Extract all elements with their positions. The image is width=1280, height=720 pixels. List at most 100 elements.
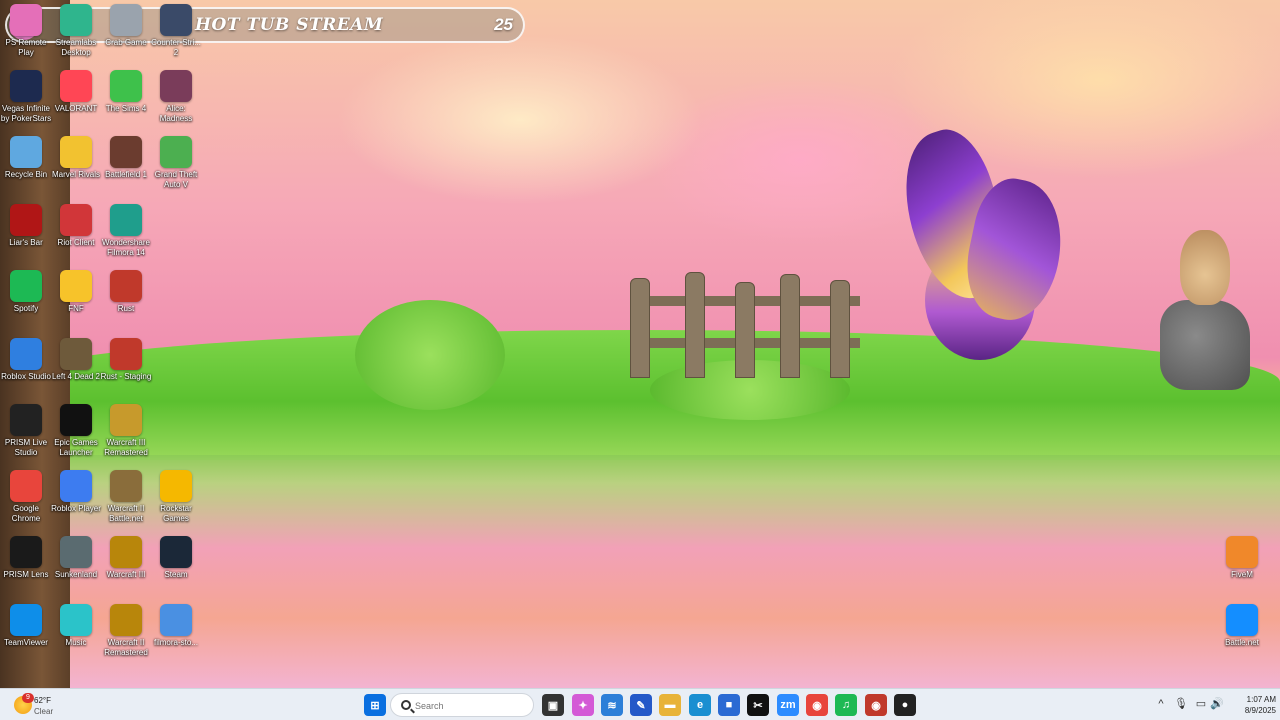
- desktop-icon-label: Recycle Bin: [4, 170, 48, 179]
- desktop-icon[interactable]: Epic Games Launcher: [50, 404, 102, 458]
- zoom-button[interactable]: zm: [777, 694, 799, 716]
- widgets-button[interactable]: ≋: [601, 694, 623, 716]
- desktop-icon[interactable]: Music: [50, 604, 102, 648]
- desktop-icon[interactable]: Crab Game: [100, 4, 152, 48]
- desktop-icon-label: PRISM Lens: [3, 570, 49, 579]
- weather-widget[interactable]: 9 62°F Clear: [10, 693, 90, 717]
- desktop-icon[interactable]: Streamlabs Desktop: [50, 4, 102, 58]
- desktop-icon[interactable]: Vegas Infinite by PokerStars: [0, 70, 52, 124]
- warcraft3-icon: [110, 536, 142, 568]
- desktop-icon-label: Roblox Player: [51, 504, 101, 513]
- whiteboard-button[interactable]: ✎: [630, 694, 652, 716]
- desktop-icon[interactable]: Liar's Bar: [0, 204, 52, 248]
- tray-chevron-icon[interactable]: ^: [1154, 697, 1168, 711]
- battlefield-icon: [110, 136, 142, 168]
- warcraft-icon: [110, 404, 142, 436]
- desktop-icon-label: Grand Theft Auto V: [154, 170, 198, 189]
- desktop-icon[interactable]: Alice: Madness: [150, 70, 202, 124]
- desktop-icon-label: Streamlabs Desktop: [55, 38, 97, 57]
- steam-icon: [160, 536, 192, 568]
- clock-date: 8/9/2025: [1244, 706, 1276, 715]
- desktop-icon[interactable]: Rust - Staging: [100, 338, 152, 382]
- desktop-icon[interactable]: Spotify: [0, 270, 52, 314]
- desktop-icon[interactable]: Recycle Bin: [0, 136, 52, 180]
- desktop-icon-label: Crab Game: [105, 38, 147, 47]
- desktop-icon[interactable]: Grand Theft Auto V: [150, 136, 202, 190]
- desktop-icon[interactable]: filmora-sto...: [150, 604, 202, 648]
- viewer-count: 25: [494, 15, 513, 34]
- obs-button[interactable]: ●: [894, 694, 916, 716]
- spotify-button[interactable]: ♫: [835, 694, 857, 716]
- wallpaper-rock: [1160, 300, 1250, 390]
- chrome-profile-button[interactable]: ◉: [865, 694, 887, 716]
- teamviewer-icon: [10, 604, 42, 636]
- rockstar-icon: [160, 470, 192, 502]
- vegas-infinite-icon: [10, 70, 42, 102]
- alice-icon: [160, 70, 192, 102]
- display-icon[interactable]: ▭: [1194, 697, 1208, 711]
- filmora-store-icon: [160, 604, 192, 636]
- desktop-icon-label: FNF: [68, 304, 84, 313]
- desktop-icon[interactable]: Google Chrome: [0, 470, 52, 524]
- volume-icon[interactable]: 🔊: [1210, 697, 1224, 711]
- sims-icon: [110, 70, 142, 102]
- desktop-icon[interactable]: Warcraft II Battle.net: [100, 470, 152, 524]
- desktop-icon-label: filmora-sto...: [153, 638, 198, 647]
- desktop-icon-label: TeamViewer: [4, 638, 48, 647]
- desktop-icon[interactable]: Warcraft III: [100, 536, 152, 580]
- desktop-icon-label: Counter-Stri... 2: [151, 38, 201, 57]
- desktop-icon-label: FiveM: [1231, 570, 1253, 579]
- desktop-icon[interactable]: Wondershare Filmora 14: [100, 204, 152, 258]
- desktop-icon[interactable]: Rockstar Games: [150, 470, 202, 524]
- desktop-icon[interactable]: Riot Client: [50, 204, 102, 248]
- desktop-icon[interactable]: PS Remote Play: [0, 4, 52, 58]
- desktop-icon-label: Steam: [164, 570, 188, 579]
- marvel-rivals-icon: [60, 136, 92, 168]
- desktop-icon[interactable]: Rust: [100, 270, 152, 314]
- filmora-icon: [110, 204, 142, 236]
- desktop-icon[interactable]: PRISM Lens: [0, 536, 52, 580]
- taskbar-clock[interactable]: 1:07 AM 8/9/2025: [1228, 694, 1276, 716]
- desktop-icon[interactable]: Roblox Player: [50, 470, 102, 514]
- desktop-icon-label: Warcraft II Remastered: [104, 638, 148, 657]
- desktop-icon[interactable]: Sunkenland: [50, 536, 102, 580]
- taskbar-search[interactable]: [390, 693, 534, 717]
- task-view-button[interactable]: ▣: [542, 694, 564, 716]
- desktop-icon[interactable]: FiveM: [1216, 536, 1268, 580]
- desktop-icon[interactable]: Marvel Rivals: [50, 136, 102, 180]
- crab-game-icon: [110, 4, 142, 36]
- clock-time: 1:07 AM: [1246, 695, 1276, 704]
- epic-games-icon: [60, 404, 92, 436]
- prism-lens-icon: [10, 536, 42, 568]
- store-button[interactable]: ■: [718, 694, 740, 716]
- desktop-icon[interactable]: FNF: [50, 270, 102, 314]
- desktop-icon[interactable]: VALORANT: [50, 70, 102, 114]
- desktop-icon[interactable]: Left 4 Dead 2: [50, 338, 102, 382]
- desktop-icon[interactable]: Warcraft II Remastered: [100, 604, 152, 658]
- desktop-icon[interactable]: The Sims 4: [100, 70, 152, 114]
- chrome-button[interactable]: ◉: [806, 694, 828, 716]
- desktop-icon-label: Warcraft II Battle.net: [107, 504, 145, 523]
- microphone-icon[interactable]: 🎙: [1174, 697, 1188, 711]
- edge-button[interactable]: e: [689, 694, 711, 716]
- start-button[interactable]: ⊞: [364, 694, 386, 716]
- desktop-icon-label: Warcraft III: [106, 570, 146, 579]
- desktop-icon-label: Marvel Rivals: [51, 170, 100, 179]
- desktop-icon[interactable]: Battle.net: [1216, 604, 1268, 648]
- chrome-icon: [10, 470, 42, 502]
- warcraft2r-icon: [110, 604, 142, 636]
- desktop-icon[interactable]: Battlefield 1: [100, 136, 152, 180]
- desktop-icon[interactable]: Steam: [150, 536, 202, 580]
- search-input[interactable]: [415, 698, 525, 713]
- copilot-button[interactable]: ✦: [572, 694, 594, 716]
- rust-staging-icon: [110, 338, 142, 370]
- desktop-icon-label: Left 4 Dead 2: [51, 372, 101, 381]
- capcut-button[interactable]: ✂: [747, 694, 769, 716]
- desktop-icon[interactable]: Roblox Studio: [0, 338, 52, 382]
- desktop-icon-label: VALORANT: [54, 104, 98, 113]
- desktop-icon[interactable]: PRISM Live Studio: [0, 404, 52, 458]
- desktop-icon[interactable]: Warcraft III Remastered: [100, 404, 152, 458]
- file-explorer-button[interactable]: ▬: [659, 694, 681, 716]
- desktop-icon[interactable]: Counter-Stri... 2: [150, 4, 202, 58]
- desktop-icon[interactable]: TeamViewer: [0, 604, 52, 648]
